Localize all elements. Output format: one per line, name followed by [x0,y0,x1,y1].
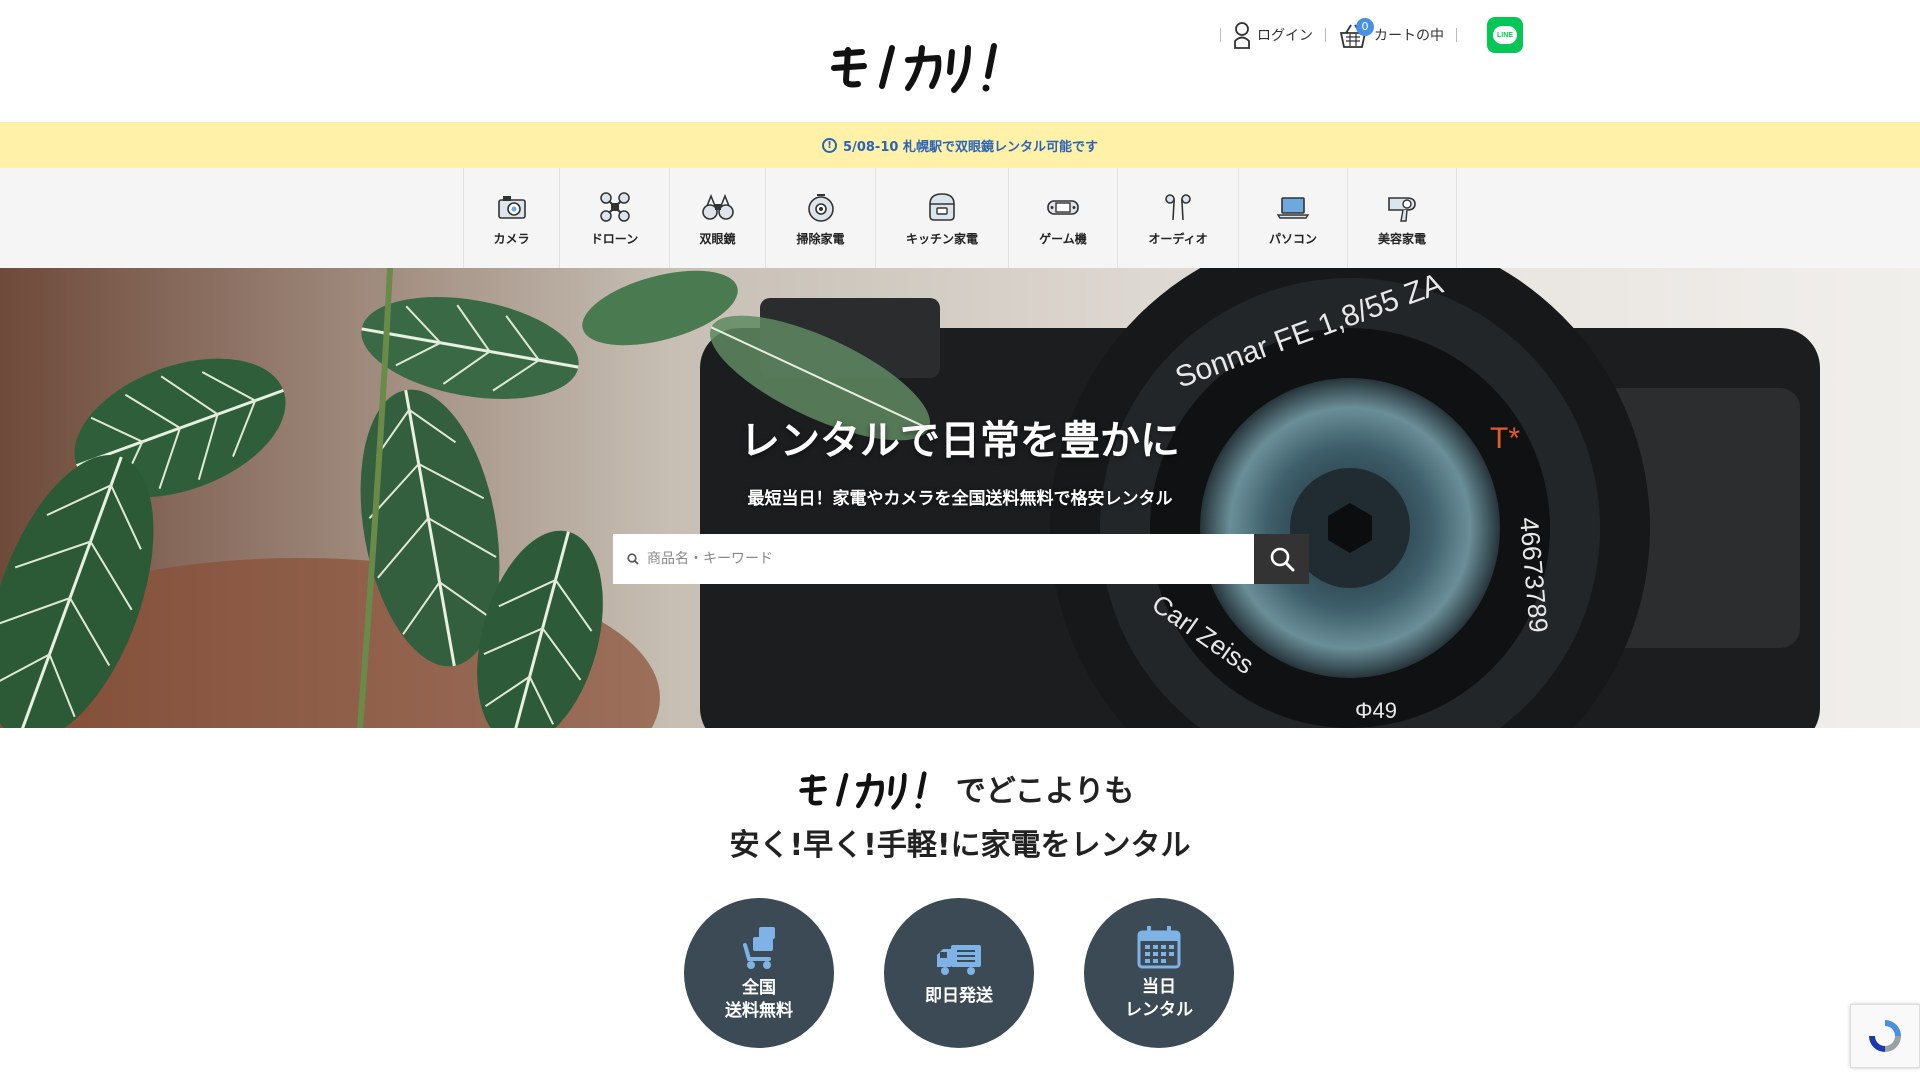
category-label: ゲーム機 [1039,231,1087,246]
cart-icon-wrap: 0 [1338,18,1374,50]
search-form [613,534,1309,584]
category-beauty[interactable]: 美容家電 [1348,168,1457,268]
calendar-icon [1137,926,1181,969]
feature-line1: 全国 [742,978,776,999]
category-label: 双眼鏡 [699,231,736,246]
line-button[interactable]: LINE [1487,17,1523,53]
login-label: ログイン [1257,28,1313,44]
category-label: 掃除家電 [796,231,845,246]
category-drone[interactable]: ドローン [560,168,670,268]
category-kitchen[interactable]: キッチン家電 [876,168,1009,268]
lens-size-text: Φ49 [1355,698,1397,723]
divider [1456,28,1457,42]
feature-same-day-shipping[interactable]: 即日発送 [884,898,1034,1048]
tagline-suffix: でどこよりも [955,774,1135,809]
feature-list: 全国 送料無料 即日発送 当日 レンタル [684,898,1234,1048]
feature-same-day-rental[interactable]: 当日 レンタル [1084,898,1234,1048]
category-label: カメラ [493,231,530,246]
utility-nav: ログイン 0 カートの中 LINE [1208,17,1523,53]
truck-icon [937,944,981,975]
binoculars-icon [701,193,734,220]
category-game[interactable]: ゲーム機 [1009,168,1118,268]
hero-title: レンタルで日常を豊かに [740,418,1180,464]
info-icon: ! [822,137,838,153]
feature-line1: 即日発送 [925,985,993,1006]
tagline-line1: でどこよりも [0,766,1920,812]
feature-free-shipping[interactable]: 全国 送料無料 [684,898,834,1048]
category-label: オーディオ [1148,231,1208,246]
notice-bar[interactable]: ! 5/08-10 札幌駅で双眼鏡レンタル可能です [0,122,1920,168]
feature-line1: 当日 [1142,977,1176,998]
category-label: 美容家電 [1377,231,1426,246]
site-header: ログイン 0 カートの中 LINE [0,0,1920,122]
feature-line2: 送料無料 [725,1001,793,1021]
delivery-cart-icon [743,927,775,970]
search-input[interactable] [647,551,1207,567]
camera-icon [497,195,526,219]
hero-subtitle: 最短当日！家電やカメラを全国送料無料で格安レンタル [747,489,1173,509]
line-icon: LINE [1493,26,1517,44]
game-console-icon [1047,199,1079,215]
category-label: ドローン [590,231,639,246]
tagline-line2: 安く!早く!手軽!に家電をレンタル [729,828,1191,863]
search-button[interactable] [1254,534,1309,584]
category-audio[interactable]: オーディオ [1118,168,1239,268]
category-binoculars[interactable]: 双眼鏡 [670,168,766,268]
page: ログイン 0 カートの中 LINE ! 5/08-10 札幌駅で双眼鏡レンタル可… [0,0,1920,1080]
category-nav: カメラ ドローン 双眼鏡 掃除家電 キッチン家電 ゲーム機 オーディオ パソコン… [0,168,1920,268]
features-section: でどこよりも 安く!早く!手軽!に家電をレンタル 全国 送料無料 即日発送 当日… [0,728,1920,1080]
category-label: パソコン [1268,231,1317,246]
logo-mark [831,43,997,93]
divider [1220,28,1221,42]
earbuds-icon [1165,193,1191,220]
tagline-logo [799,771,927,810]
category-label: キッチン家電 [905,231,978,246]
hair-dryer-icon [1388,196,1416,222]
category-pc[interactable]: パソコン [1239,168,1348,268]
cart-label: カートの中 [1374,28,1444,44]
recaptcha-icon [1869,1020,1901,1052]
rice-cooker-icon [929,192,955,221]
user-icon [1234,22,1250,49]
drone-icon [599,191,630,222]
login-link[interactable]: ログイン [1233,21,1313,49]
divider [1325,28,1326,42]
search-icon [1270,547,1294,572]
robot-vacuum-icon [807,193,834,222]
notice-text: 5/08-10 札幌駅で双眼鏡レンタル可能です [843,139,1098,155]
search-small-icon [627,553,639,565]
recaptcha-badge[interactable] [1850,1004,1920,1068]
category-camera[interactable]: カメラ [464,168,560,268]
hero-banner: Sonnar FE 1,8/55 ZA T* 46673789 Carl Zei… [0,268,1920,728]
laptop-icon [1276,196,1310,219]
site-logo[interactable] [828,36,1008,96]
feature-line2: レンタル [1125,1000,1193,1020]
cart-count-badge: 0 [1356,18,1374,36]
cart-link[interactable]: 0 カートの中 [1338,18,1444,50]
category-cleaning[interactable]: 掃除家電 [766,168,876,268]
search-field-wrap [613,534,1254,584]
